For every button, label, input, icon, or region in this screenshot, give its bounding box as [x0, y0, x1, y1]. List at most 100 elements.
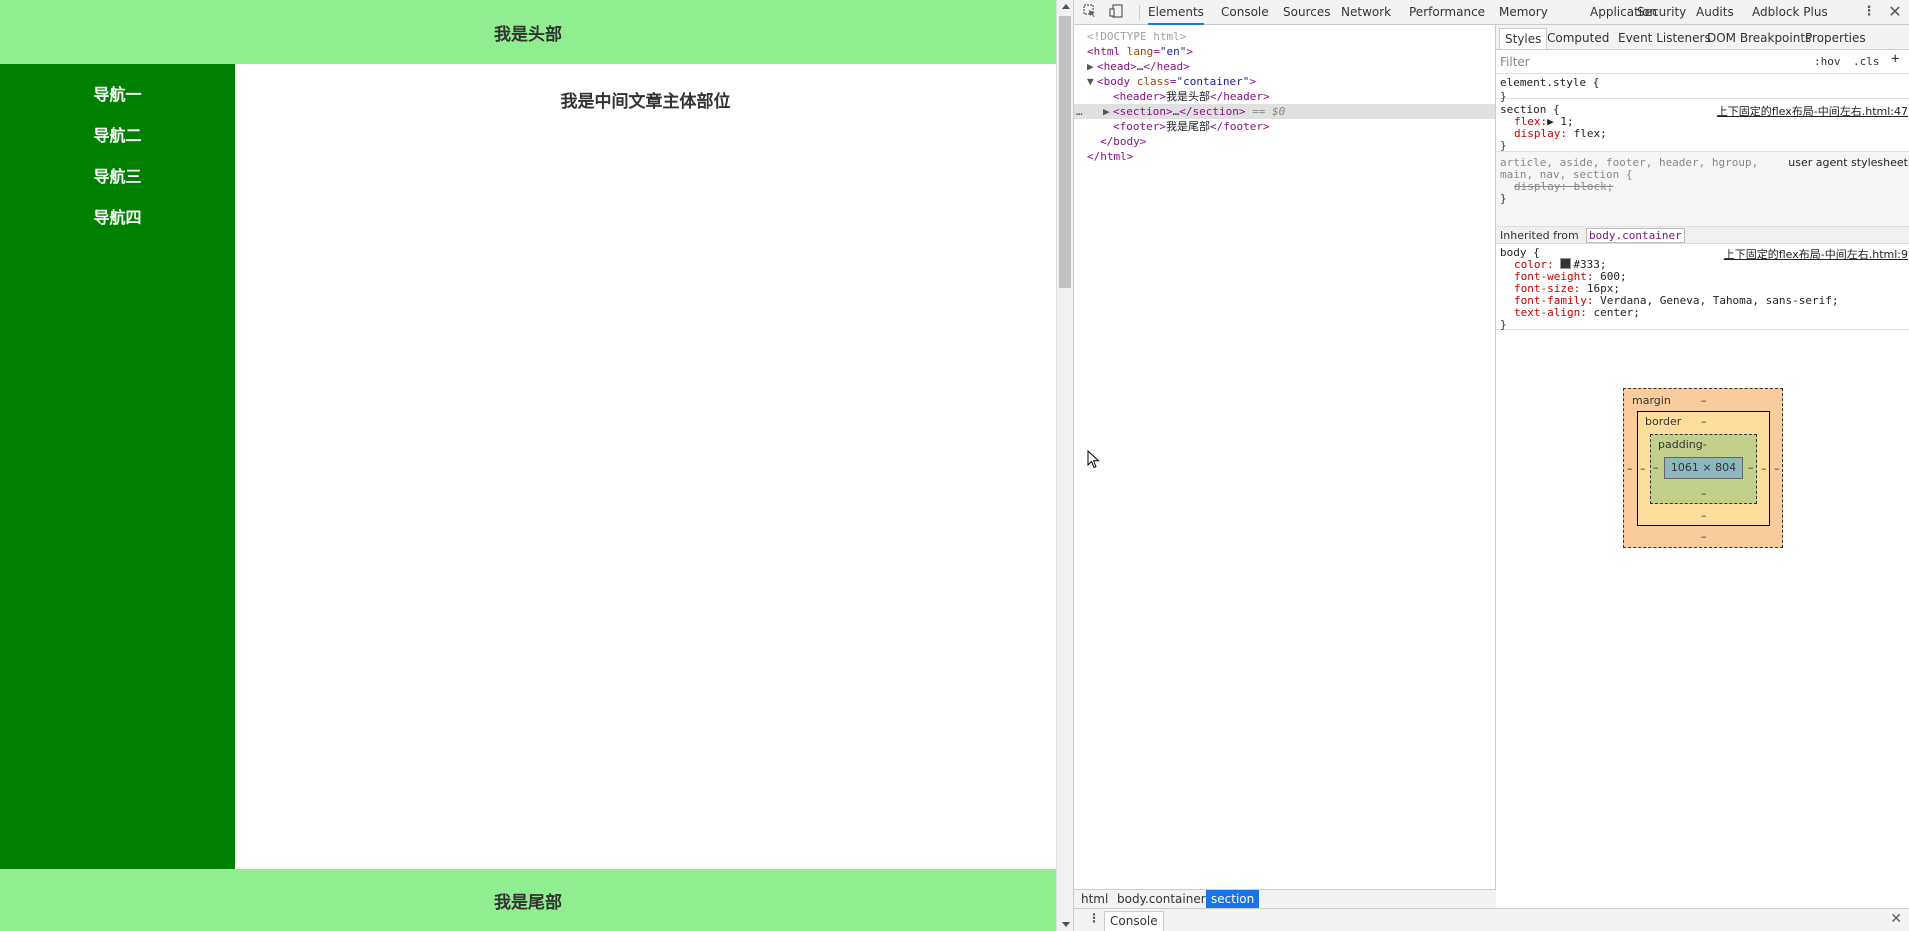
dom-doctype[interactable]: <!DOCTYPE html> — [1074, 29, 1508, 44]
tab-console[interactable]: Console — [1221, 0, 1269, 25]
box-model-margin[interactable]: margin – – – – border – – – – padding- –… — [1623, 388, 1783, 548]
head-tag: <head> — [1097, 60, 1137, 73]
section-rule-source-link[interactable]: 上下固定的flex布局-中间左右.html:47 — [1717, 103, 1908, 119]
body-rule-source-link[interactable]: 上下固定的flex布局-中间左右.html:9 — [1724, 246, 1908, 262]
new-style-rule-button[interactable]: + — [1891, 52, 1899, 67]
box-model-content-size[interactable]: 1061 × 804 — [1664, 457, 1743, 479]
rule-user-agent: article, aside, footer, header, hgroup, … — [1496, 152, 1909, 227]
ua-stylesheet-label: user agent stylesheet — [1788, 156, 1908, 169]
html-tag: <html — [1087, 45, 1121, 58]
page-header: 我是头部 — [0, 0, 1056, 64]
header-text: 我是头部 — [494, 24, 562, 45]
hov-toggle-button[interactable]: :hov — [1814, 54, 1841, 69]
margin-right-value[interactable]: – — [1774, 463, 1780, 475]
body-close-tag: </body> — [1100, 135, 1147, 148]
mouse-cursor-icon — [1087, 450, 1100, 469]
tab-event-listeners[interactable]: Event Listeners — [1613, 28, 1716, 48]
box-model-padding[interactable]: padding- – – – 1061 × 804 — [1650, 434, 1757, 504]
dom-section-selected[interactable]: … ▶ <section>…</section> == $0 — [1074, 104, 1495, 119]
tab-performance[interactable]: Performance — [1409, 0, 1485, 25]
device-toolbar-icon[interactable] — [1108, 4, 1124, 20]
tab-computed[interactable]: Computed — [1542, 28, 1614, 48]
close-devtools-icon[interactable]: ✕ — [1887, 4, 1903, 20]
dom-node-dots[interactable]: … — [1076, 104, 1083, 119]
padding-label: padding- — [1658, 438, 1707, 451]
cls-toggle-button[interactable]: .cls — [1853, 54, 1880, 69]
dom-body-close[interactable]: </body> — [1074, 134, 1521, 149]
margin-top-value[interactable]: – — [1701, 395, 1707, 407]
rule-body: body { 上下固定的flex布局-中间左右.html:9 color: #3… — [1496, 244, 1909, 331]
tab-network[interactable]: Network — [1341, 0, 1391, 25]
padding-right-value[interactable]: – — [1748, 462, 1754, 474]
dom-body-open[interactable]: ▼ <body class="container"> — [1074, 74, 1508, 89]
close-drawer-icon[interactable]: ✕ — [1890, 911, 1902, 927]
dom-html-close[interactable]: </html> — [1074, 149, 1508, 164]
tab-adblock-plus[interactable]: Adblock Plus — [1752, 0, 1828, 25]
tab-memory[interactable]: Memory — [1499, 0, 1548, 25]
styles-subtab-bar: Styles Computed Event Listeners DOM Brea… — [1496, 25, 1909, 50]
tab-properties[interactable]: Properties — [1800, 28, 1871, 48]
display-property[interactable]: display: — [1514, 127, 1567, 140]
section-tag: <section> — [1113, 105, 1173, 118]
body-tag: <body — [1097, 75, 1131, 88]
dom-footer[interactable]: <footer>我是尾部</footer> — [1074, 119, 1534, 134]
collapse-triangle-icon[interactable]: ▼ — [1087, 74, 1097, 89]
header-node-text: 我是头部 — [1165, 90, 1210, 103]
element-style-selector[interactable]: element.style { — [1500, 76, 1599, 90]
padding-left-value[interactable]: – — [1653, 462, 1659, 474]
drawer-tab-console[interactable]: Console — [1104, 911, 1164, 931]
border-top-value[interactable]: – — [1701, 416, 1707, 428]
padding-bottom-value[interactable]: – — [1701, 488, 1707, 500]
border-right-value[interactable]: – — [1761, 463, 1767, 475]
rule-close-brace: } — [1500, 318, 1507, 331]
html-lang-value: "en" — [1159, 45, 1187, 58]
breadcrumb: html body.container section — [1074, 889, 1496, 908]
tab-sources[interactable]: Sources — [1283, 0, 1330, 25]
border-label: border — [1645, 415, 1682, 428]
inherited-target-link[interactable]: body.container — [1586, 228, 1685, 243]
body-class-attr: class — [1136, 75, 1170, 88]
nav-item-3[interactable]: 导航三 — [0, 156, 235, 197]
console-drawer: ⋮ Console ✕ — [1074, 908, 1909, 931]
border-left-value[interactable]: – — [1640, 463, 1646, 475]
dom-head[interactable]: ▶ <head>…</head> — [1074, 59, 1508, 74]
scroll-down-arrow-icon[interactable] — [1062, 922, 1070, 927]
breadcrumb-html[interactable]: html — [1076, 890, 1113, 908]
tab-styles[interactable]: Styles — [1499, 28, 1548, 49]
text-align-property[interactable]: text-align: — [1514, 306, 1587, 319]
breadcrumb-section[interactable]: section — [1206, 890, 1260, 908]
expand-triangle-icon[interactable]: ▶ — [1103, 104, 1113, 119]
expand-triangle-icon[interactable]: ▶ — [1087, 59, 1097, 74]
more-options-icon[interactable]: ⋮ — [1861, 4, 1877, 20]
nav-item-1[interactable]: 导航一 — [0, 74, 235, 115]
selected-node-marker: == $0 — [1252, 105, 1286, 118]
color-swatch[interactable] — [1560, 258, 1572, 269]
rule-section: section { 上下固定的flex布局-中间左右.html:47 flex:… — [1496, 99, 1909, 152]
page-main-content: 我是中间文章主体部位 — [235, 64, 1056, 869]
tab-elements[interactable]: Elements — [1148, 0, 1204, 25]
devtools-tab-bar: Elements Console Sources Network Perform… — [1074, 0, 1909, 25]
scroll-up-arrow-icon[interactable] — [1062, 4, 1070, 9]
dom-html-open[interactable]: <html lang="en"> — [1074, 44, 1508, 59]
dom-header[interactable]: <header>我是头部</header> — [1074, 89, 1534, 104]
devtools-panel: Elements Console Sources Network Perform… — [1073, 0, 1909, 931]
tab-security[interactable]: Security — [1637, 0, 1686, 25]
tab-audits[interactable]: Audits — [1696, 0, 1734, 25]
margin-bottom-value[interactable]: – — [1701, 531, 1707, 543]
breadcrumb-body-container[interactable]: body.container — [1112, 890, 1211, 908]
page-scrollbar[interactable] — [1056, 0, 1073, 931]
scroll-thumb[interactable] — [1059, 16, 1071, 288]
drawer-menu-icon[interactable]: ⋮ — [1088, 911, 1100, 925]
section-close-tag: </section> — [1179, 105, 1246, 118]
styles-filter-input[interactable] — [1500, 54, 1750, 69]
margin-left-value[interactable]: – — [1627, 463, 1633, 475]
rule-element-style: element.style { } — [1496, 74, 1909, 103]
display-value[interactable]: flex; — [1574, 127, 1607, 140]
box-model-border[interactable]: border – – – – padding- – – – 1061 × 804 — [1637, 411, 1770, 526]
inspect-element-icon[interactable] — [1082, 4, 1098, 20]
nav-item-4[interactable]: 导航四 — [0, 197, 235, 238]
border-bottom-value[interactable]: – — [1701, 510, 1707, 522]
html-tag-end: > — [1186, 45, 1193, 58]
nav-item-2[interactable]: 导航二 — [0, 115, 235, 156]
text-align-value[interactable]: center; — [1593, 306, 1639, 319]
